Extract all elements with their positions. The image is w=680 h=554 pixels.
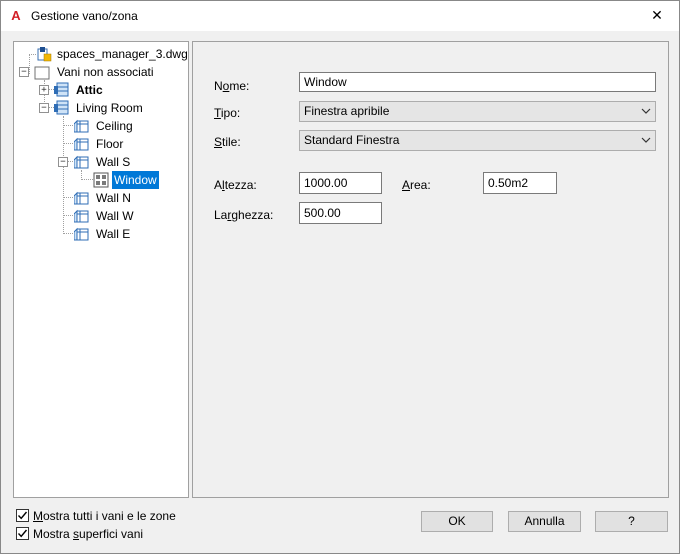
show-all-spaces-label: Mostra tutti i vani e le zone [33, 509, 176, 523]
type-label: Tipo: [214, 106, 241, 120]
checkmark-icon [17, 511, 28, 520]
checkmark-icon [17, 529, 28, 538]
tree-item-unassociated-spaces[interactable]: − Vani non associati [14, 63, 186, 81]
tree-label-root: spaces_manager_3.dwg [57, 47, 188, 61]
tree-label-unassociated-spaces: Vani non associati [57, 65, 154, 79]
name-input[interactable]: Window [299, 72, 656, 92]
space-icon [54, 82, 69, 97]
expand-toggle[interactable]: + [39, 85, 49, 95]
tree-label-floor: Floor [96, 137, 124, 151]
chevron-down-icon [641, 108, 651, 114]
tree-label-wall-w: Wall W [96, 209, 134, 223]
type-dropdown-value: Finestra apribile [304, 104, 390, 118]
show-surfaces-checkbox[interactable]: Mostra superfici vani [16, 526, 186, 542]
tree-label-ceiling: Ceiling [96, 119, 133, 133]
space-icon [54, 100, 69, 115]
surface-icon [74, 191, 89, 205]
tree-label-wall-e: Wall E [96, 227, 131, 241]
close-button[interactable]: ✕ [634, 0, 680, 31]
tree-item-wall-e[interactable]: Wall E [14, 225, 186, 243]
tree-label-window: Window [112, 171, 159, 189]
width-label: Larghezza: [214, 208, 274, 222]
surface-icon [74, 137, 89, 151]
show-surfaces-label: Mostra superfici vani [33, 527, 144, 541]
style-dropdown[interactable]: Standard Finestra [299, 130, 656, 151]
show-all-spaces-checkbox[interactable]: Mostra tutti i vani e le zone [16, 508, 186, 524]
area-value: 0.50m2 [483, 172, 557, 194]
tree-item-window[interactable]: Window [14, 171, 186, 189]
tree-item-living-room[interactable]: − Living Room [14, 99, 186, 117]
autocad-app-icon: A [9, 8, 23, 22]
height-input[interactable]: 1000.00 [299, 172, 382, 194]
tree-item-floor[interactable]: Floor [14, 135, 186, 153]
svg-text:A: A [11, 8, 21, 22]
height-label: Altezza: [214, 178, 257, 192]
name-label: Nome: [214, 79, 250, 93]
window-title: Gestione vano/zona [31, 9, 138, 23]
title-bar: A Gestione vano/zona ✕ [0, 0, 680, 31]
style-label: Stile: [214, 135, 241, 149]
folder-icon [34, 66, 50, 80]
drawing-file-icon [37, 47, 52, 62]
surface-icon [74, 119, 89, 133]
tree-item-attic[interactable]: + Attic [14, 81, 186, 99]
ok-button[interactable]: OK [421, 511, 493, 532]
checkbox-box[interactable] [16, 527, 29, 540]
tree-label-attic: Attic [76, 83, 103, 97]
tree-item-ceiling[interactable]: Ceiling [14, 117, 186, 135]
space-tree[interactable]: spaces_manager_3.dwg − Vani non associat… [13, 41, 189, 498]
area-label: Area: [402, 178, 431, 192]
tree-label-living-room: Living Room [76, 101, 143, 115]
tree-item-wall-s[interactable]: − Wall S [14, 153, 186, 171]
surface-icon [74, 155, 89, 169]
surface-icon [74, 209, 89, 223]
window-opening-icon [93, 172, 109, 188]
tree-label-wall-n: Wall N [96, 191, 131, 205]
tree-item-wall-n[interactable]: Wall N [14, 189, 186, 207]
collapse-toggle[interactable]: − [19, 67, 29, 77]
properties-panel: Nome: Window Tipo: Finestra apribile Sti… [192, 41, 669, 498]
width-input[interactable]: 500.00 [299, 202, 382, 224]
cancel-button[interactable]: Annulla [508, 511, 581, 532]
chevron-down-icon [641, 137, 651, 143]
tree-item-wall-w[interactable]: Wall W [14, 207, 186, 225]
style-dropdown-value: Standard Finestra [304, 133, 400, 147]
tree-item-root[interactable]: spaces_manager_3.dwg [14, 45, 188, 63]
checkbox-box[interactable] [16, 509, 29, 522]
surface-icon [74, 227, 89, 241]
collapse-toggle[interactable]: − [58, 157, 68, 167]
type-dropdown[interactable]: Finestra apribile [299, 101, 656, 122]
collapse-toggle[interactable]: − [39, 103, 49, 113]
tree-label-wall-s: Wall S [96, 155, 131, 169]
close-icon: ✕ [651, 7, 663, 24]
help-button[interactable]: ? [595, 511, 668, 532]
